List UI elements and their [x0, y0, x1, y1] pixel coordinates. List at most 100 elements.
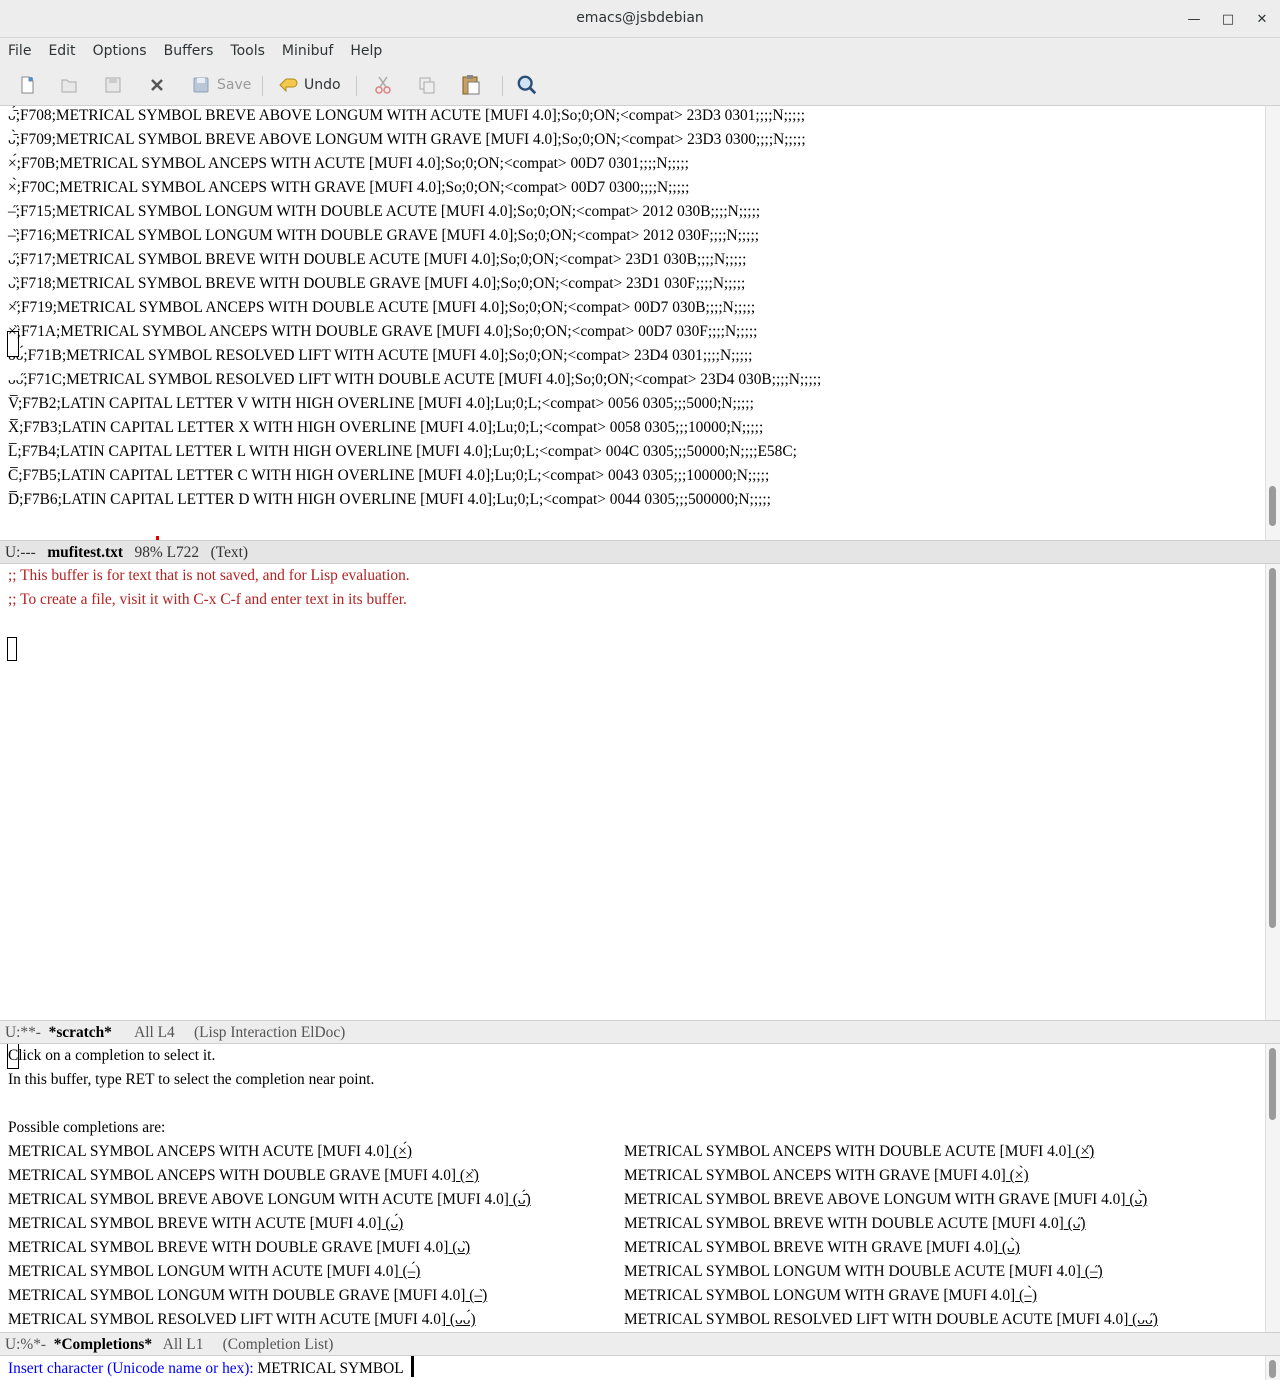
- toolbar-separator: [502, 76, 503, 96]
- scratch-scrollbar[interactable]: [1265, 564, 1280, 1020]
- buffer-line: ᴗᴗ́;F71B;METRICAL SYMBOL RESOLVED LIFT W…: [8, 347, 753, 364]
- scrollbar-thumb[interactable]: [1269, 568, 1276, 928]
- open-folder-icon: [58, 74, 80, 96]
- paste-icon: [460, 74, 482, 96]
- completion-item[interactable]: METRICAL SYMBOL BREVE WITH GRAVE [MUFI 4…: [624, 1236, 1158, 1260]
- completion-item[interactable]: METRICAL SYMBOL LONGUM WITH DOUBLE ACUTE…: [624, 1260, 1158, 1284]
- file-buffer-text[interactable]: ᴗ̄́;F708;METRICAL SYMBOL BREVE ABOVE LON…: [8, 106, 1256, 512]
- scrollbar-thumb[interactable]: [1269, 486, 1276, 526]
- completion-item[interactable]: METRICAL SYMBOL RESOLVED LIFT WITH DOUBL…: [624, 1308, 1158, 1332]
- menu-help[interactable]: Help: [350, 43, 382, 59]
- minimize-icon: —: [1187, 11, 1201, 27]
- scrollbar-thumb[interactable]: [1269, 1360, 1276, 1378]
- save-button[interactable]: Save: [190, 71, 251, 99]
- buffer-line: –̏;F716;METRICAL SYMBOL LONGUM WITH DOUB…: [8, 227, 759, 244]
- mode-line-status: U:**-: [5, 1024, 41, 1041]
- file-buffer-window[interactable]: ᴗ̄́;F708;METRICAL SYMBOL BREVE ABOVE LON…: [0, 106, 1280, 540]
- mode-line-major-mode[interactable]: (Text): [211, 544, 248, 561]
- scratch-buffer-text[interactable]: ;; This buffer is for text that is not s…: [8, 564, 1256, 660]
- open-file-button[interactable]: [58, 71, 80, 99]
- minibuffer-input[interactable]: METRICAL SYMBOL: [258, 1360, 407, 1377]
- save-icon: [190, 74, 212, 96]
- completion-item[interactable]: METRICAL SYMBOL BREVE ABOVE LONGUM WITH …: [8, 1188, 531, 1212]
- buffer-line-current: ×̏;F71A;METRICAL SYMBOL ANCEPS WITH DOUB…: [8, 323, 758, 340]
- completion-item[interactable]: METRICAL SYMBOL LONGUM WITH GRAVE [MUFI …: [624, 1284, 1158, 1308]
- completion-item[interactable]: METRICAL SYMBOL BREVE WITH DOUBLE ACUTE …: [624, 1212, 1158, 1236]
- completion-item[interactable]: METRICAL SYMBOL ANCEPS WITH GRAVE [MUFI …: [624, 1164, 1158, 1188]
- scratch-comment-line: ;; This buffer is for text that is not s…: [8, 567, 410, 584]
- buffer-line: ×̋;F719;METRICAL SYMBOL ANCEPS WITH DOUB…: [8, 299, 756, 316]
- completion-item[interactable]: METRICAL SYMBOL BREVE WITH DOUBLE GRAVE …: [8, 1236, 531, 1260]
- title-bar: emacs@jsbdebian — □ ✕: [0, 0, 1280, 38]
- kill-buffer-button[interactable]: [146, 71, 168, 99]
- minimize-button[interactable]: —: [1183, 8, 1205, 30]
- cursor-box: [7, 1044, 19, 1069]
- menu-options[interactable]: Options: [93, 43, 147, 59]
- completions-intro: In this buffer, type RET to select the c…: [8, 1071, 375, 1088]
- cut-button[interactable]: [372, 71, 394, 99]
- minibuffer-scrollbar[interactable]: [1265, 1356, 1280, 1380]
- buffer-line: ᴗ̋;F717;METRICAL SYMBOL BREVE WITH DOUBL…: [8, 251, 747, 268]
- menu-tools[interactable]: Tools: [230, 43, 265, 59]
- buffer-line: D̅;F7B6;LATIN CAPITAL LETTER D WITH HIGH…: [8, 491, 771, 508]
- completion-item[interactable]: METRICAL SYMBOL LONGUM WITH DOUBLE GRAVE…: [8, 1284, 531, 1308]
- completions-column-right: METRICAL SYMBOL ANCEPS WITH DOUBLE ACUTE…: [624, 1140, 1158, 1332]
- menu-file[interactable]: File: [8, 43, 31, 59]
- completions-mode-line[interactable]: U:%*- *Completions* All L1 (Completion L…: [0, 1332, 1280, 1356]
- paste-button[interactable]: [460, 71, 482, 99]
- completions-column-left: METRICAL SYMBOL ANCEPS WITH ACUTE [MUFI …: [8, 1140, 531, 1332]
- completion-item[interactable]: METRICAL SYMBOL RESOLVED LIFT WITH ACUTE…: [8, 1308, 531, 1332]
- scrollbar-thumb[interactable]: [1269, 1048, 1276, 1120]
- menu-minibuf[interactable]: Minibuf: [282, 43, 333, 59]
- minibuffer-prompt: Insert character (Unicode name or hex):: [8, 1360, 258, 1377]
- completions-header: Possible completions are:: [8, 1119, 166, 1136]
- new-file-icon: [16, 74, 38, 96]
- scratch-comment-line: ;; To create a file, visit it with C-x C…: [8, 591, 407, 608]
- save-disk-button[interactable]: [102, 71, 124, 99]
- close-button[interactable]: ✕: [1251, 8, 1273, 30]
- buffer-line: L̅;F7B4;LATIN CAPITAL LETTER L WITH HIGH…: [8, 443, 797, 460]
- toolbar-separator: [356, 76, 357, 96]
- menu-buffers[interactable]: Buffers: [164, 43, 214, 59]
- new-file-button[interactable]: [16, 71, 38, 99]
- file-mode-line[interactable]: U:--- mufitest.txt 98% L722 (Text): [0, 540, 1280, 564]
- scissors-icon: [372, 74, 394, 96]
- mode-line-position: 98% L722: [134, 544, 200, 561]
- scratch-buffer-window[interactable]: ;; This buffer is for text that is not s…: [0, 564, 1280, 1020]
- mode-line-buffer-name[interactable]: *Completions*: [54, 1336, 152, 1353]
- text-cursor: [410, 1356, 414, 1377]
- disk-icon: [102, 74, 124, 96]
- scratch-mode-line[interactable]: U:**- *scratch* All L4 (Lisp Interaction…: [0, 1020, 1280, 1044]
- completion-item[interactable]: METRICAL SYMBOL BREVE ABOVE LONGUM WITH …: [624, 1188, 1158, 1212]
- completion-item[interactable]: METRICAL SYMBOL ANCEPS WITH DOUBLE GRAVE…: [8, 1164, 531, 1188]
- tool-bar: Save Undo: [0, 64, 1280, 106]
- mode-line-buffer-name[interactable]: mufitest.txt: [47, 544, 123, 561]
- maximize-button[interactable]: □: [1217, 8, 1239, 30]
- cursor-box: [7, 331, 19, 357]
- completion-item[interactable]: METRICAL SYMBOL BREVE WITH ACUTE [MUFI 4…: [8, 1212, 531, 1236]
- mode-line-major-mode[interactable]: (Completion List): [223, 1336, 334, 1353]
- undo-button[interactable]: Undo: [278, 71, 341, 99]
- completion-item[interactable]: METRICAL SYMBOL ANCEPS WITH ACUTE [MUFI …: [8, 1140, 531, 1164]
- minibuffer[interactable]: Insert character (Unicode name or hex): …: [0, 1356, 1280, 1380]
- menu-edit[interactable]: Edit: [48, 43, 75, 59]
- mode-line-major-mode[interactable]: (Lisp Interaction ElDoc): [194, 1024, 345, 1041]
- search-button[interactable]: [516, 71, 538, 99]
- buffer-line: [8, 612, 1256, 636]
- buffer-line: C̅;F7B5;LATIN CAPITAL LETTER C WITH HIGH…: [8, 467, 770, 484]
- buffer-line: ᴗ̄́;F708;METRICAL SYMBOL BREVE ABOVE LON…: [8, 107, 806, 124]
- copy-button[interactable]: [416, 71, 438, 99]
- minibuffer-line[interactable]: Insert character (Unicode name or hex): …: [0, 1356, 1280, 1380]
- file-scrollbar[interactable]: [1265, 106, 1280, 540]
- buffer-line: V̅;F7B2;LATIN CAPITAL LETTER V WITH HIGH…: [8, 395, 754, 412]
- mode-line-position: All L1: [162, 1336, 204, 1353]
- completions-window[interactable]: Click on a completion to select it. In t…: [0, 1044, 1280, 1332]
- undo-icon: [278, 74, 300, 96]
- mode-line-buffer-name[interactable]: *scratch*: [49, 1024, 112, 1041]
- buffer-line: ᴗᴗ̋;F71C;METRICAL SYMBOL RESOLVED LIFT W…: [8, 371, 822, 388]
- completion-item[interactable]: METRICAL SYMBOL ANCEPS WITH DOUBLE ACUTE…: [624, 1140, 1158, 1164]
- completions-scrollbar[interactable]: [1265, 1044, 1280, 1332]
- completion-item[interactable]: METRICAL SYMBOL LONGUM WITH ACUTE [MUFI …: [8, 1260, 531, 1284]
- close-x-icon: [146, 74, 168, 96]
- mode-line-position: All L4: [134, 1024, 175, 1041]
